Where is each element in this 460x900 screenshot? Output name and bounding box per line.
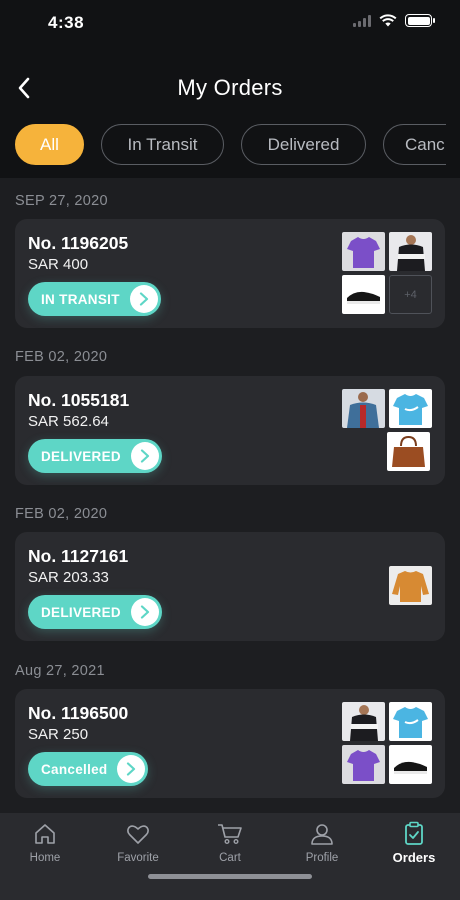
chevron-right-icon [130,598,159,626]
tab-label: Cart [219,852,241,864]
order-number: No. 1196500 [28,703,129,723]
tab-label: Home [29,852,61,864]
filter-in-transit[interactable]: In Transit [101,124,224,165]
status-time: 4:38 [48,13,85,32]
page-title: My Orders [177,75,283,100]
order-price: SAR 400 [28,256,89,273]
order-number: No. 1055181 [28,390,130,410]
wifi-icon [379,14,397,27]
orders-list: SEP 27, 2020 No. 1196205 SAR 400 IN TRAN… [0,178,460,813]
heart-icon [98,821,178,845]
product-thumbnail-black-sneaker[interactable] [342,275,385,314]
status-bar: 4:38 [0,0,460,50]
order-date: Aug 27, 2021 [15,663,105,679]
filter-tabs: All In Transit Delivered Canc [0,124,446,166]
product-thumbnail-blue-tshirt[interactable] [389,389,432,428]
product-thumbnail-striped-top[interactable] [389,232,432,271]
order-card[interactable]: No. 1196500 SAR 250 Cancelled [15,689,445,798]
order-date: FEB 02, 2020 [15,349,108,365]
order-card[interactable]: No. 1055181 SAR 562.64 DELIVERED [15,376,445,485]
order-number: No. 1127161 [28,546,129,566]
home-icon [5,821,85,845]
filter-cancelled[interactable]: Canc [383,124,446,165]
product-thumbnail-brown-bag[interactable] [387,432,430,471]
order-price: SAR 203.33 [28,569,109,586]
order-price: SAR 250 [28,726,89,743]
order-status-label: IN TRANSIT [41,291,120,307]
status-icons [353,14,435,27]
more-items-badge[interactable]: +4 [389,275,432,314]
battery-icon [405,14,435,27]
product-thumbnail-black-sneaker[interactable] [389,745,432,784]
tab-cart[interactable]: Cart [190,821,270,869]
profile-icon [282,821,362,845]
order-status-button[interactable]: DELIVERED [28,595,162,629]
chevron-right-icon [117,755,146,783]
order-number: No. 1196205 [28,233,129,253]
bottom-tab-bar: Home Favorite Cart Profile Orders [0,813,460,900]
header: My Orders [0,68,460,108]
product-thumbnail-orange-sweater[interactable] [389,566,432,605]
order-status-button[interactable]: Cancelled [28,752,149,786]
order-card[interactable]: No. 1196205 SAR 400 IN TRANSIT +4 [15,219,445,328]
product-thumbnail-purple-shirt[interactable] [342,232,385,271]
product-thumbnail-striped-top[interactable] [342,702,385,741]
tab-profile[interactable]: Profile [282,821,362,869]
chevron-right-icon [130,442,159,470]
tab-label: Profile [305,852,339,864]
tab-home[interactable]: Home [5,821,85,869]
cart-icon [190,821,270,845]
order-date: SEP 27, 2020 [15,193,108,209]
order-card[interactable]: No. 1127161 SAR 203.33 DELIVERED [15,532,445,641]
order-status-label: DELIVERED [41,604,121,620]
order-status-label: Cancelled [41,761,108,777]
order-date: FEB 02, 2020 [15,506,108,522]
product-thumbnail-denim-jacket[interactable] [342,389,385,428]
chevron-right-icon [129,285,158,313]
order-status-button[interactable]: IN TRANSIT [28,282,161,316]
signal-icon [353,14,371,27]
tab-orders[interactable]: Orders [374,821,454,869]
product-thumbnail-blue-tshirt[interactable] [389,702,432,741]
tab-label: Favorite [117,852,159,864]
tab-label: Orders [392,850,436,865]
filter-delivered[interactable]: Delivered [241,124,366,165]
tab-favorite[interactable]: Favorite [98,821,178,869]
order-status-button[interactable]: DELIVERED [28,439,162,473]
order-status-label: DELIVERED [41,448,121,464]
filter-all[interactable]: All [15,124,84,165]
orders-icon [374,821,454,845]
order-price: SAR 562.64 [28,413,109,430]
product-thumbnail-purple-shirt[interactable] [342,745,385,784]
home-indicator [148,874,312,879]
